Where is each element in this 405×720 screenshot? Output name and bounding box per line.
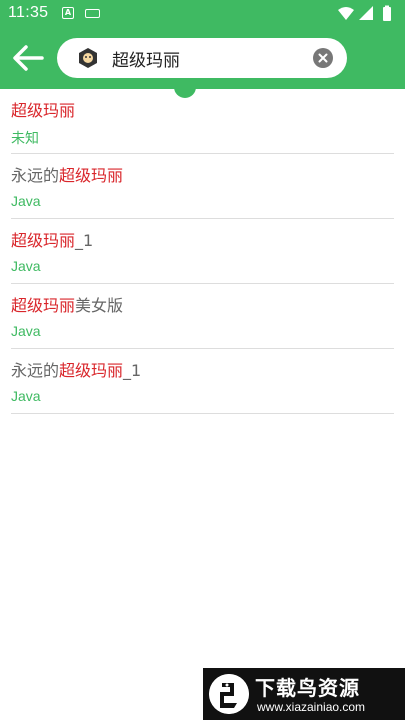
result-category: Java xyxy=(11,388,41,404)
watermark-url: www.xiazainiao.com xyxy=(257,700,366,714)
title-highlight: 超级玛丽 xyxy=(11,101,76,120)
status-bar: 11:35 A xyxy=(0,0,405,28)
title-suffix: _1 xyxy=(123,361,142,380)
result-title: 永远的超级玛丽_1 xyxy=(11,357,141,381)
result-category: Java xyxy=(11,193,41,209)
title-suffix: 美女版 xyxy=(75,296,124,315)
list-item[interactable]: 超级玛丽_1 Java xyxy=(11,219,394,284)
search-box[interactable] xyxy=(57,38,347,78)
status-time: 11:35 xyxy=(8,4,49,21)
app-notification-icon: A xyxy=(62,7,74,19)
title-highlight: 超级玛丽 xyxy=(11,231,76,250)
list-item[interactable]: 永远的超级玛丽_1 Java xyxy=(11,349,394,414)
result-category: Java xyxy=(11,258,41,274)
title-highlight: 超级玛丽 xyxy=(11,296,76,315)
list-item[interactable]: 超级玛丽 未知 xyxy=(11,89,394,154)
keyboard-icon xyxy=(85,9,100,18)
title-highlight: 超级玛丽 xyxy=(59,166,124,185)
title-prefix: 永远的 xyxy=(11,361,60,380)
result-category: 未知 xyxy=(11,131,39,147)
clear-search-button[interactable] xyxy=(313,48,333,68)
result-title: 永远的超级玛丽 xyxy=(11,162,123,186)
list-item[interactable]: 超级玛丽美女版 Java xyxy=(11,284,394,349)
wifi-icon xyxy=(338,7,354,20)
status-icons xyxy=(338,5,391,21)
search-results-list: 超级玛丽 未知 永远的超级玛丽 Java 超级玛丽_1 Java 超级玛丽美女版… xyxy=(11,89,394,414)
app-logo-icon xyxy=(79,48,97,68)
title-suffix: _1 xyxy=(75,231,94,250)
search-input[interactable] xyxy=(112,46,302,70)
list-item[interactable]: 永远的超级玛丽 Java xyxy=(11,154,394,219)
watermark-title: 下载鸟资源 xyxy=(255,676,360,700)
watermark: 下载鸟资源 www.xiazainiao.com xyxy=(203,668,405,720)
arrow-left-icon xyxy=(13,45,44,71)
close-icon xyxy=(318,53,328,63)
signal-icon xyxy=(359,6,373,20)
app-header: 11:35 A xyxy=(0,0,405,89)
result-category: Java xyxy=(11,323,41,339)
battery-icon xyxy=(383,7,391,21)
result-title: 超级玛丽 xyxy=(11,97,75,121)
result-title: 超级玛丽_1 xyxy=(11,227,93,251)
back-button[interactable] xyxy=(10,40,46,76)
title-highlight: 超级玛丽 xyxy=(59,361,124,380)
result-title: 超级玛丽美女版 xyxy=(11,292,123,316)
title-prefix: 永远的 xyxy=(11,166,60,185)
bird-logo-icon xyxy=(209,674,249,714)
